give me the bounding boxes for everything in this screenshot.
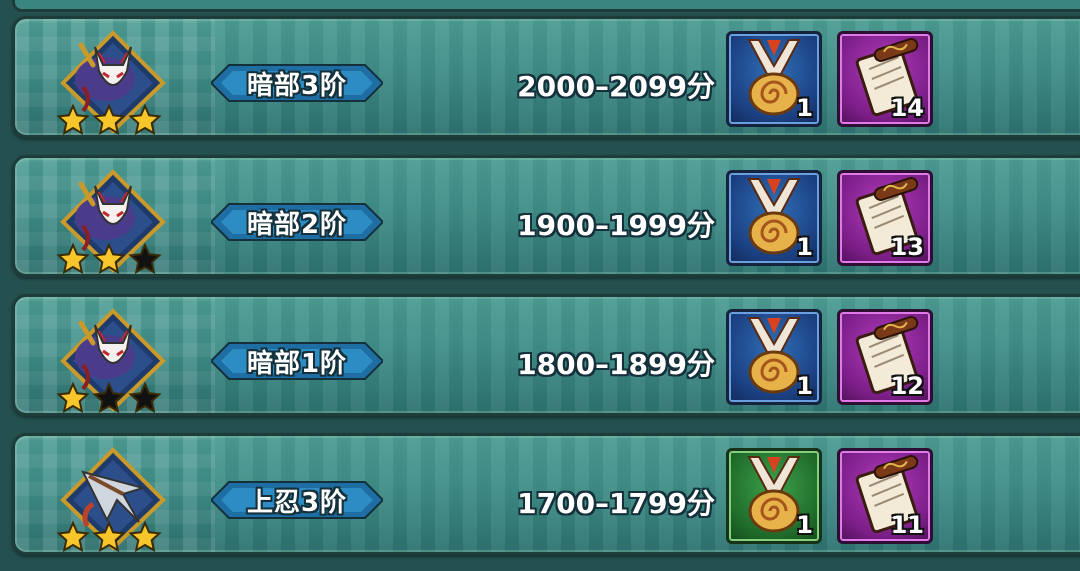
tier-row[interactable]: 上忍3阶 1700–1799分 1 11	[12, 433, 1080, 555]
kunai-icon	[53, 442, 173, 554]
reward-quantity: 11	[890, 511, 924, 539]
rank-name: 暗部2阶	[246, 209, 348, 240]
fox-mask-icon	[53, 25, 173, 137]
tier-row[interactable]: 暗部1阶 1800–1899分 1 12	[12, 294, 1080, 416]
reward-slot-scroll[interactable]: 11	[837, 448, 933, 544]
fox-mask-icon	[53, 164, 173, 276]
reward-slot-medal[interactable]: 1	[726, 170, 822, 266]
reward-quantity: 14	[890, 94, 924, 122]
rank-name: 暗部3阶	[246, 70, 348, 101]
rank-label-banner: 暗部3阶	[211, 63, 383, 103]
rank-label-banner: 上忍3阶	[211, 480, 383, 520]
score-range: 1900–1999分	[517, 209, 715, 242]
reward-quantity: 1	[796, 372, 813, 400]
reward-quantity: 1	[796, 511, 813, 539]
rank-name: 上忍3阶	[246, 487, 348, 518]
score-range: 1700–1799分	[517, 487, 715, 520]
reward-slot-medal[interactable]: 1	[726, 31, 822, 127]
previous-tier-row-edge	[12, 0, 1080, 12]
tier-row[interactable]: 暗部2阶 1900–1999分 1 13	[12, 155, 1080, 277]
rank-name: 暗部1阶	[246, 348, 348, 379]
rank-label-banner: 暗部1阶	[211, 341, 383, 381]
fox-mask-icon	[53, 303, 173, 415]
score-range: 2000–2099分	[517, 70, 715, 103]
reward-quantity: 12	[890, 372, 924, 400]
reward-quantity: 1	[796, 233, 813, 261]
reward-quantity: 1	[796, 94, 813, 122]
reward-quantity: 13	[890, 233, 924, 261]
score-range: 1800–1899分	[517, 348, 715, 381]
reward-slot-scroll[interactable]: 14	[837, 31, 933, 127]
rank-label-banner: 暗部2阶	[211, 202, 383, 242]
reward-slot-scroll[interactable]: 12	[837, 309, 933, 405]
reward-slot-medal[interactable]: 1	[726, 309, 822, 405]
reward-slot-scroll[interactable]: 13	[837, 170, 933, 266]
reward-slot-medal[interactable]: 1	[726, 448, 822, 544]
tier-row[interactable]: 暗部3阶 2000–2099分 1 14	[12, 16, 1080, 138]
